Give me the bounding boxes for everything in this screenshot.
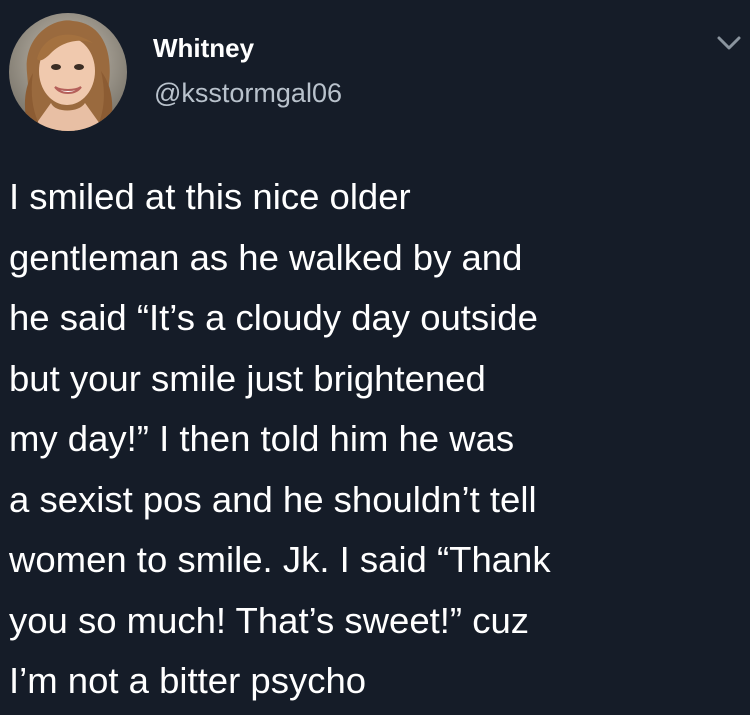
tweet-text: I smiled at this nice older gentleman as… — [9, 167, 739, 712]
tweet-text-line: my day!” I then told him he was — [9, 418, 515, 459]
tweet-text-line: I’m not a bitter psycho — [9, 660, 367, 701]
display-name[interactable]: Whitney — [153, 32, 254, 64]
avatar[interactable] — [9, 13, 127, 131]
chevron-down-icon — [717, 36, 741, 50]
tweet-text-line: women to smile. Jk. I said “Thank — [9, 539, 551, 580]
tweet-card: Whitney @ksstormgal06 I smiled at this n… — [0, 0, 750, 715]
tweet-text-line: he said “It’s a cloudy day outside — [9, 297, 538, 338]
user-handle[interactable]: @ksstormgal06 — [154, 77, 342, 109]
tweet-text-line: but your smile just brightened — [9, 357, 486, 399]
more-options-button[interactable] — [716, 33, 742, 53]
tweet-text-line: I smiled at this nice older — [9, 176, 411, 217]
tweet-text-line: a sexist pos and he shouldn’t tell — [9, 478, 537, 520]
tweet-text-line: you so much! That’s sweet!” cuz — [9, 599, 530, 641]
tweet-text-line: gentleman as he walked by and — [9, 236, 523, 278]
profile-photo-icon — [9, 13, 127, 131]
